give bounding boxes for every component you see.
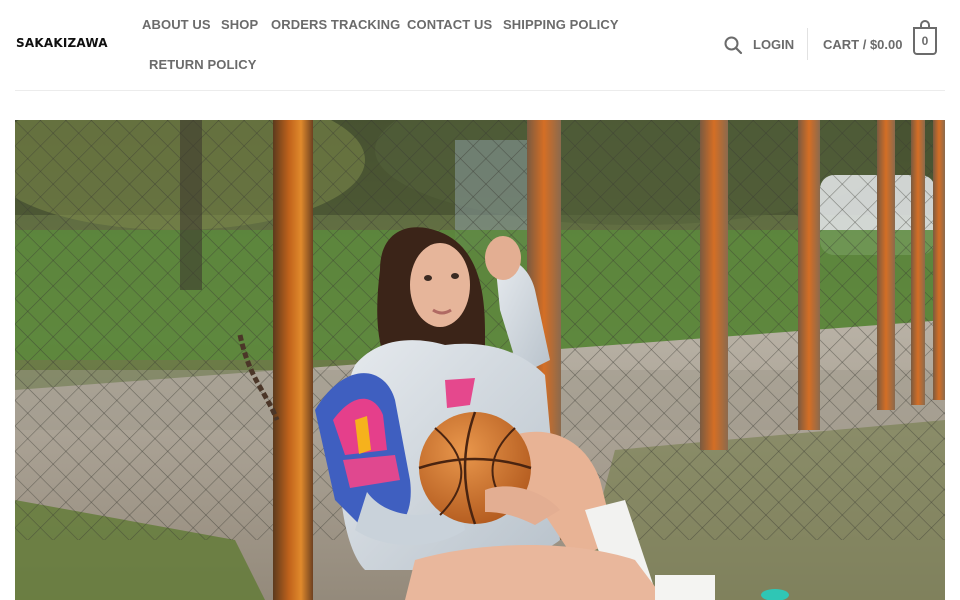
cart-bag-icon[interactable]: 0: [913, 20, 937, 55]
main-nav: ABOUT US SHOP ORDERS TRACKING CONTACT US…: [141, 0, 641, 90]
header-tools: LOGIN CART / $0.00 0: [720, 0, 945, 90]
nav-return-policy[interactable]: RETURN POLICY: [149, 57, 256, 72]
nav-about-us[interactable]: ABOUT US: [142, 17, 211, 32]
login-link[interactable]: LOGIN: [753, 37, 794, 52]
page: SAKAKIZAWA ABOUT US SHOP ORDERS TRACKING…: [0, 0, 960, 600]
nav-shipping-policy[interactable]: SHIPPING POLICY: [503, 17, 619, 32]
header-divider: [807, 28, 808, 60]
search-icon[interactable]: [723, 35, 743, 55]
nav-contact-us[interactable]: CONTACT US: [407, 17, 492, 32]
site-header: SAKAKIZAWA ABOUT US SHOP ORDERS TRACKING…: [15, 0, 945, 91]
hero-photo-illustration: [15, 120, 945, 600]
hero-image: [15, 120, 945, 600]
site-logo[interactable]: SAKAKIZAWA: [16, 36, 108, 50]
nav-orders-tracking[interactable]: ORDERS TRACKING: [271, 17, 400, 32]
cart-link[interactable]: CART / $0.00: [823, 37, 902, 52]
nav-shop[interactable]: SHOP: [221, 17, 258, 32]
